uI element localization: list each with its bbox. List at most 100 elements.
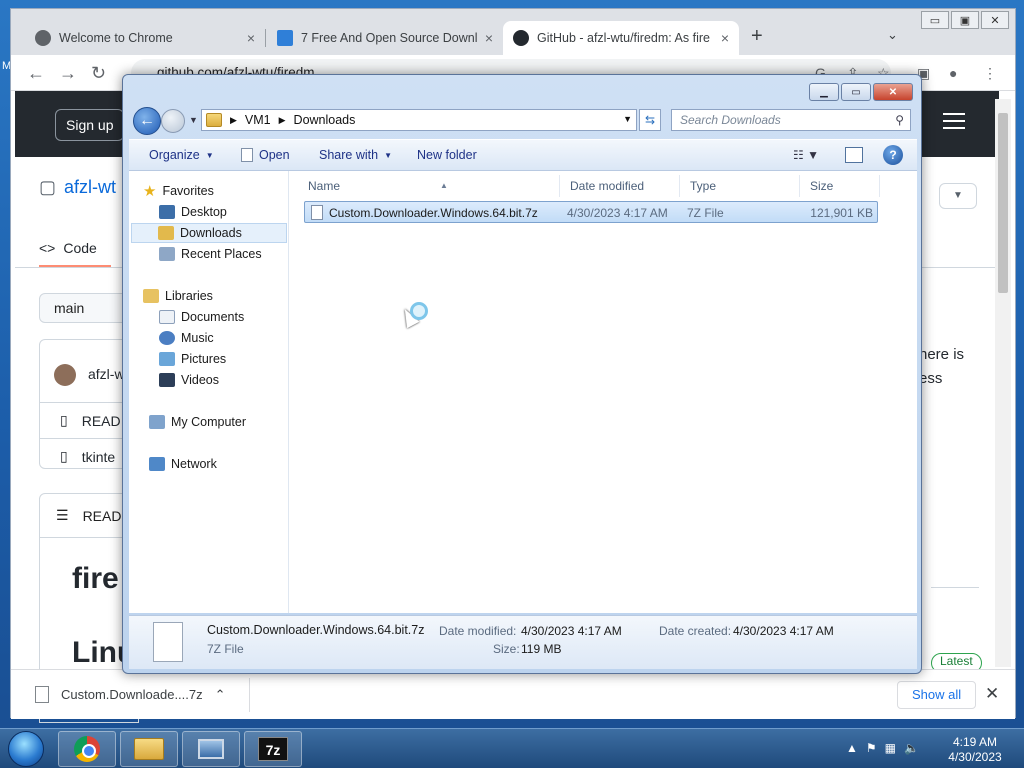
back-arrow-icon[interactable]: ← [27,63,45,84]
maximize-button[interactable]: ▣ [951,11,979,29]
tab-title: Welcome to Chrome [59,31,173,45]
share-with-button[interactable]: Share with ▼ [319,148,392,162]
nav-pictures[interactable]: Pictures [159,349,234,369]
clock[interactable]: 4:19 AM 4/30/2023 [940,735,1010,765]
organize-button[interactable]: Organize ▼ [149,148,214,162]
new-folder-button[interactable]: New folder [417,148,477,162]
column-header-date-modified[interactable]: Date modified [560,175,680,197]
back-arrow-icon[interactable]: ← [133,107,161,135]
column-header-size[interactable]: Size [800,175,880,197]
hamburger-menu-icon[interactable] [943,113,965,134]
forward-arrow-icon[interactable] [161,109,185,133]
change-view-icon[interactable]: ☷ ▼ [793,148,819,162]
new-tab-button[interactable]: + [751,25,763,48]
volume-icon[interactable]: 🔈 [904,741,919,755]
sign-up-button[interactable]: Sign up [55,109,125,141]
commit-author[interactable]: afzl-w [88,366,125,382]
preview-pane-icon[interactable] [845,147,863,163]
open-button[interactable]: Open [241,148,290,162]
help-icon[interactable]: ? [883,145,903,165]
chevron-right-icon[interactable]: ▶ [230,115,237,126]
profile-avatar-icon[interactable]: ● [949,65,957,81]
chrome-menu-icon[interactable]: ⋮ [983,65,997,82]
windows-logo-icon [8,731,44,767]
nav-videos[interactable]: Videos [159,370,227,390]
star-icon: ★ [143,183,157,200]
nav-documents[interactable]: Documents [159,307,252,327]
column-label: Date modified [570,179,645,193]
computer-icon [198,739,224,759]
nav-label: Libraries [165,289,213,303]
repo-dropdown[interactable]: ▼ [939,183,977,209]
downloads-folder-icon [158,226,174,240]
search-icon[interactable]: ⚲ [895,110,904,130]
action-center-icon[interactable]: ⚑ [866,741,877,755]
chevron-up-icon[interactable]: ⌃ [215,687,226,703]
scrollbar-thumb[interactable] [998,113,1008,293]
tab-code[interactable]: <> Code [39,231,111,267]
refresh-icon[interactable]: ⇆ [639,109,661,131]
file-icon: ▯ [60,448,68,464]
column-header-name[interactable]: Name ▲ [298,175,560,197]
close-tab-icon[interactable]: × [721,30,729,46]
nav-recent-places[interactable]: Recent Places [159,244,270,264]
search-input[interactable]: Search Downloads ⚲ [671,109,911,131]
close-window-button[interactable]: ✕ [873,83,913,101]
taskbar-7zip[interactable]: 7z [244,731,302,767]
branch-selector[interactable]: main [39,293,129,323]
repo-link[interactable]: ▢ afzl-wt [39,177,116,198]
start-button[interactable] [2,729,48,768]
close-tab-icon[interactable]: × [247,30,255,46]
taskbar-explorer[interactable] [120,731,178,767]
nav-network[interactable]: Network [149,454,225,474]
nav-favorites[interactable]: ★ Favorites [143,181,222,201]
show-hidden-icons-icon[interactable]: ▲ [846,741,858,755]
taskbar: 7z ▲ ⚑ ▦ 🔈 4:19 AM 4/30/2023 [0,728,1024,768]
nav-libraries[interactable]: Libraries [143,286,221,306]
breadcrumb-item-downloads[interactable]: Downloads [294,113,356,127]
file-row[interactable]: Custom.Downloader.Windows.64.bit.7z 4/30… [304,201,878,223]
column-label: Size [810,179,834,193]
nav-label: Pictures [181,352,227,366]
address-dropdown-icon[interactable]: ▼ [623,114,632,124]
tab-welcome[interactable]: Welcome to Chrome × [25,21,265,55]
file-name: Custom.Downloader.Windows.64.bit.7z [329,206,538,220]
column-header-type[interactable]: Type [680,175,800,197]
window-controls: ▭ ▣ ✕ [921,11,1009,29]
page-scrollbar[interactable] [995,99,1011,667]
download-file-name: Custom.Downloade....7z [61,687,203,702]
desktop-icon [159,205,175,219]
close-download-bar-icon[interactable]: ✕ [985,684,999,704]
tab-search-chevron-icon[interactable]: ⌄ [887,27,898,43]
network-icon[interactable]: ▦ [885,741,896,755]
forward-arrow-icon[interactable]: → [59,63,77,84]
nav-music[interactable]: Music [159,328,222,348]
download-item[interactable]: Custom.Downloade....7z ⌃ [35,686,226,703]
taskbar-remote-desktop[interactable] [182,731,240,767]
nav-my-computer[interactable]: My Computer [149,412,254,432]
breadcrumb[interactable]: ▶ VM1 ▶ Downloads ▼ [201,109,637,131]
taskbar-chrome[interactable] [58,731,116,767]
code-icon: <> [39,240,56,256]
details-file-name: Custom.Downloader.Windows.64.bit.7z [207,623,425,637]
system-tray: ▲ ⚑ ▦ 🔈 [846,741,919,755]
reload-icon[interactable]: ↻ [91,63,106,84]
libraries-icon [143,289,159,303]
close-window-button[interactable]: ✕ [981,11,1009,29]
breadcrumb-item-vm1[interactable]: VM1 [245,113,271,127]
tab-github-firedm[interactable]: GitHub - afzl-wtu/firedm: As fire × [503,21,739,55]
nav-downloads[interactable]: Downloads [131,223,287,243]
file-icon [35,686,49,703]
close-tab-icon[interactable]: × [485,30,493,46]
file-name: tkinte [81,448,116,465]
nav-desktop[interactable]: Desktop [159,202,235,222]
tab-open-source-downloaders[interactable]: 7 Free And Open Source Downlo × [267,21,503,55]
maximize-button[interactable]: ▭ [841,83,871,101]
details-date-modified: 4/30/2023 4:17 AM [521,624,622,638]
list-icon[interactable]: ☰ [56,507,69,524]
show-all-button[interactable]: Show all [897,681,977,709]
minimize-button[interactable]: ▁ [809,83,839,101]
chevron-right-icon[interactable]: ▶ [279,115,286,126]
minimize-button[interactable]: ▭ [921,11,949,29]
history-dropdown-icon[interactable]: ▼ [189,115,198,125]
